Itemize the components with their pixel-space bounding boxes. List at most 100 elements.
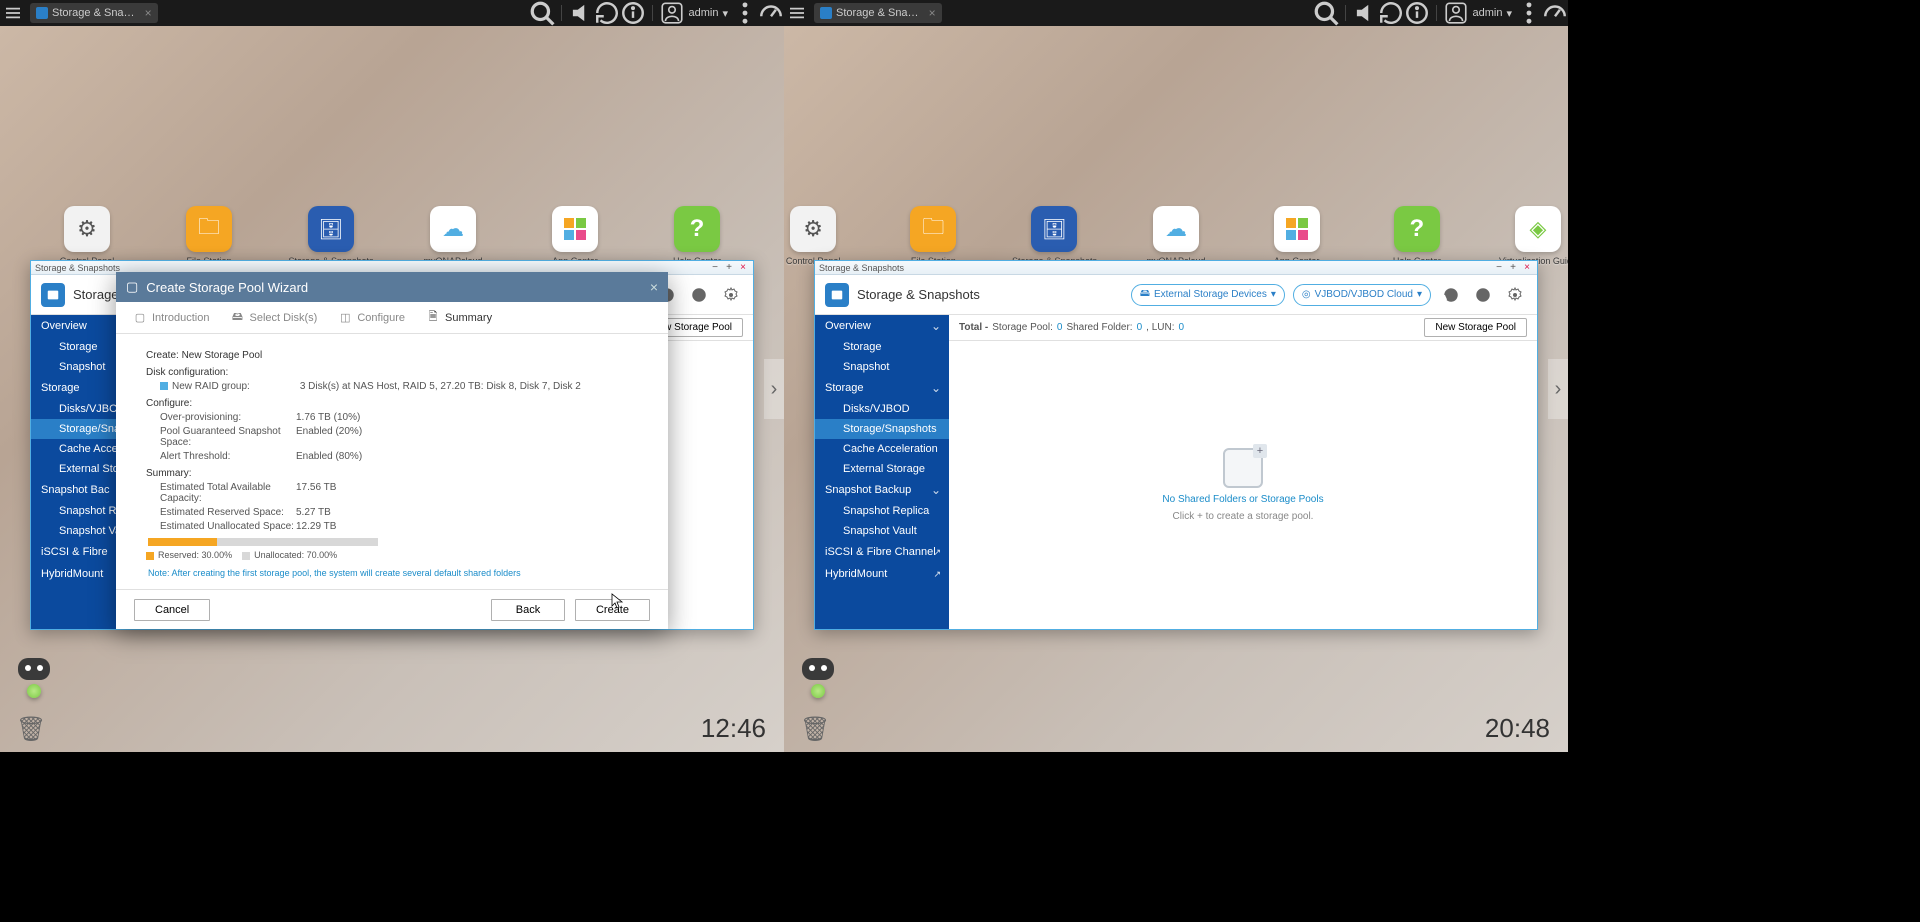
capacity-bar-unallocated — [217, 538, 378, 546]
sidebar-item-disks[interactable]: Disks/VJBOD — [815, 399, 949, 419]
configure-label: Configure: — [146, 398, 638, 409]
wizard-close-button[interactable]: × — [650, 279, 658, 295]
totals-sf-label: Shared Folder: — [1066, 322, 1132, 333]
assistant-robot-icon[interactable] — [16, 658, 52, 706]
sidebar-item-storage-snapshots[interactable]: Storage/Snapshots — [815, 419, 949, 439]
assistant-robot-icon[interactable] — [800, 658, 836, 706]
window-maximize-button[interactable]: + — [1507, 262, 1519, 274]
sidebar-item-snapshot-replica[interactable]: Snapshot Replica — [815, 501, 949, 521]
svg-text:?: ? — [697, 291, 702, 300]
wizard-steps: ▢Introduction 🖴Select Disk(s) ◫Configure… — [116, 302, 668, 334]
refresh-icon[interactable] — [1378, 0, 1404, 26]
clock: 12:46 — [701, 713, 766, 744]
taskbar-app-tab[interactable]: Storage & Sna… × — [30, 3, 158, 23]
app-title: Storage & Snapshots — [857, 287, 980, 302]
desktop-pager-right[interactable]: › — [1548, 359, 1568, 419]
sidebar-item-snapshot[interactable]: Snapshot — [815, 357, 949, 377]
main-menu-button[interactable] — [784, 0, 810, 26]
sidebar-item-external[interactable]: External Storage — [815, 459, 949, 479]
desktop-icon-control-panel[interactable]: ⚙Control Panel — [57, 206, 117, 266]
help-icon[interactable]: ? — [687, 283, 711, 307]
volume-icon[interactable] — [568, 0, 594, 26]
trash-icon[interactable]: 🗑 — [16, 715, 46, 744]
settings-icon[interactable] — [1503, 283, 1527, 307]
info-icon[interactable] — [620, 0, 646, 26]
desktop-icon-storage-snapshots[interactable]: 🗄Storage & Snapshots — [1024, 206, 1084, 266]
create-button[interactable]: Create — [575, 599, 650, 621]
sidebar-overview[interactable]: Overview — [815, 315, 949, 337]
dashboard-icon[interactable] — [758, 0, 784, 26]
desktop-icons: ⚙Control Panel 🗀File Station 🗄Storage & … — [784, 206, 1568, 266]
app-logo-icon — [825, 283, 849, 307]
totals-sp-value: 0 — [1057, 322, 1063, 333]
window-maximize-button[interactable]: + — [723, 262, 735, 274]
taskbar-app-tab[interactable]: Storage & Sna… × — [814, 3, 942, 23]
desktop-icon-file-station[interactable]: 🗀File Station — [904, 206, 962, 266]
desktop-icon-help-center[interactable]: ?Help Center — [1388, 206, 1446, 266]
dashboard-icon[interactable] — [1542, 0, 1568, 26]
sidebar-item-snapshot-vault[interactable]: Snapshot Vault — [815, 521, 949, 541]
volume-icon[interactable] — [1352, 0, 1378, 26]
config-row: Pool Guaranteed Snapshot Space:Enabled (… — [146, 426, 638, 448]
user-dropdown[interactable]: admin▾ — [1469, 7, 1517, 20]
totals-lun-value: 0 — [1179, 322, 1185, 333]
desktop-icon-storage-snapshots[interactable]: 🗄Storage & Snapshots — [301, 206, 361, 266]
sidebar-hybridmount[interactable]: HybridMount — [815, 563, 949, 585]
user-icon[interactable] — [1443, 0, 1469, 26]
vjbod-dropdown[interactable]: ◎VJBOD/VJBOD Cloud▾ — [1293, 284, 1431, 306]
wizard-step-select-disks: 🖴Select Disk(s) — [223, 310, 323, 326]
external-storage-dropdown[interactable]: 🖴External Storage Devices▾ — [1131, 284, 1285, 306]
totals-sp-label: Storage Pool: — [992, 322, 1053, 333]
desktop-icon-help-center[interactable]: ?Help Center — [667, 206, 727, 266]
desktop-icon-file-station[interactable]: 🗀File Station — [179, 206, 239, 266]
totals-bar: Total - Storage Pool: 0 Shared Folder: 0… — [949, 315, 1537, 341]
user-icon[interactable] — [659, 0, 685, 26]
desktop-icon-myqnapcloud[interactable]: ☁myQNAPcloud — [1146, 206, 1205, 266]
wizard-titlebar[interactable]: ▢ Create Storage Pool Wizard × — [116, 272, 668, 302]
new-storage-pool-button[interactable]: New Storage Pool — [1424, 318, 1527, 337]
tab-close-button[interactable]: × — [145, 6, 152, 20]
create-label: Create: New Storage Pool — [146, 350, 638, 361]
wizard-footer: Cancel Back Create — [116, 589, 668, 629]
window-close-button[interactable]: × — [737, 262, 749, 274]
back-button[interactable]: Back — [491, 599, 565, 621]
desktop-icon-control-panel[interactable]: ⚙Control Panel — [784, 206, 842, 266]
search-icon[interactable] — [529, 0, 555, 26]
sidebar-item-storage[interactable]: Storage — [815, 337, 949, 357]
trash-icon[interactable]: 🗑 — [800, 715, 830, 744]
window-minimize-button[interactable]: − — [709, 262, 721, 274]
refresh-icon[interactable] — [1439, 283, 1463, 307]
sidebar-snapshot-backup[interactable]: Snapshot Backup — [815, 479, 949, 501]
window-minimize-button[interactable]: − — [1493, 262, 1505, 274]
main-menu-button[interactable] — [0, 0, 26, 26]
tab-close-button[interactable]: × — [929, 6, 936, 20]
help-icon[interactable]: ? — [1471, 283, 1495, 307]
more-icon[interactable] — [732, 0, 758, 26]
window-close-button[interactable]: × — [1521, 262, 1533, 274]
wizard-title: Create Storage Pool Wizard — [146, 280, 308, 295]
desktop-icon-app-center[interactable]: App Center — [1268, 206, 1326, 266]
settings-icon[interactable] — [719, 283, 743, 307]
more-icon[interactable] — [1516, 0, 1542, 26]
letterbox-bottom — [0, 752, 1920, 922]
sidebar-item-cache[interactable]: Cache Acceleration — [815, 439, 949, 459]
svg-text:?: ? — [1481, 291, 1486, 300]
cancel-button[interactable]: Cancel — [134, 599, 210, 621]
wizard-note: Note: After creating the first storage p… — [146, 568, 638, 578]
window-titlebar[interactable]: Storage & Snapshots − + × — [815, 261, 1537, 275]
desktop-icon-virtualization-guide[interactable]: ◈Virtualization Guide — [1508, 206, 1568, 266]
search-icon[interactable] — [1313, 0, 1339, 26]
sidebar-iscsi[interactable]: iSCSI & Fibre Channel — [815, 541, 949, 563]
info-icon[interactable] — [1404, 0, 1430, 26]
create-storage-pool-wizard: ▢ Create Storage Pool Wizard × ▢Introduc… — [116, 272, 668, 629]
empty-state-icon[interactable] — [1223, 448, 1263, 488]
desktop-pager-right[interactable]: › — [764, 359, 784, 419]
desktop-icon-myqnapcloud[interactable]: ☁myQNAPcloud — [423, 206, 483, 266]
refresh-icon[interactable] — [594, 0, 620, 26]
sidebar-storage[interactable]: Storage — [815, 377, 949, 399]
empty-state: No Shared Folders or Storage Pools Click… — [949, 341, 1537, 629]
user-dropdown[interactable]: admin▾ — [685, 7, 733, 20]
empty-state-text: No Shared Folders or Storage Pools — [1162, 494, 1323, 505]
app-icon — [820, 7, 832, 19]
desktop-icon-app-center[interactable]: App Center — [545, 206, 605, 266]
